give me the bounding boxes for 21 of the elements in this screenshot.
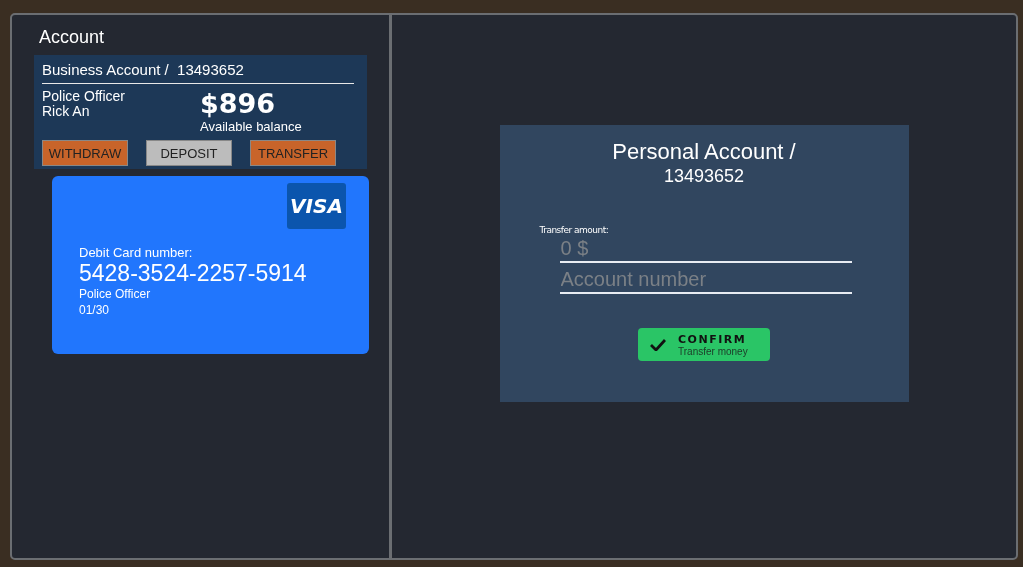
balance-amount: $896 (200, 89, 277, 119)
account-number: 13493652 (663, 165, 745, 187)
card-holder: Police Officer (79, 286, 152, 302)
check-icon (650, 338, 666, 351)
card-number: 5428-3524-2257-5914 (79, 260, 308, 286)
account-number-field[interactable]: Account number (559, 266, 852, 294)
confirm-button[interactable]: CONFIRM Transfer money (638, 328, 770, 361)
amount-field[interactable]: 0 $ (559, 235, 852, 263)
action-button[interactable]: WITHDRAW (42, 140, 128, 166)
card-number-label: Debit Card number: (79, 245, 194, 260)
amount-label: Transfer amount: (539, 225, 610, 235)
action-button[interactable]: DEPOSIT (146, 140, 232, 166)
balance-label: Available balance (200, 119, 302, 134)
account-heading: Business Account / 13493652 (42, 61, 354, 84)
account-role: Police Officer (42, 89, 126, 104)
transfer-title: Personal Account / (612, 139, 796, 165)
action-button[interactable]: TRANSFER (250, 140, 336, 166)
card-brand-logo: VISA (287, 183, 346, 229)
card-expiry: 01/30 (79, 302, 111, 318)
account-holder: Rick An (42, 104, 91, 119)
panel-title: Account (39, 27, 105, 48)
